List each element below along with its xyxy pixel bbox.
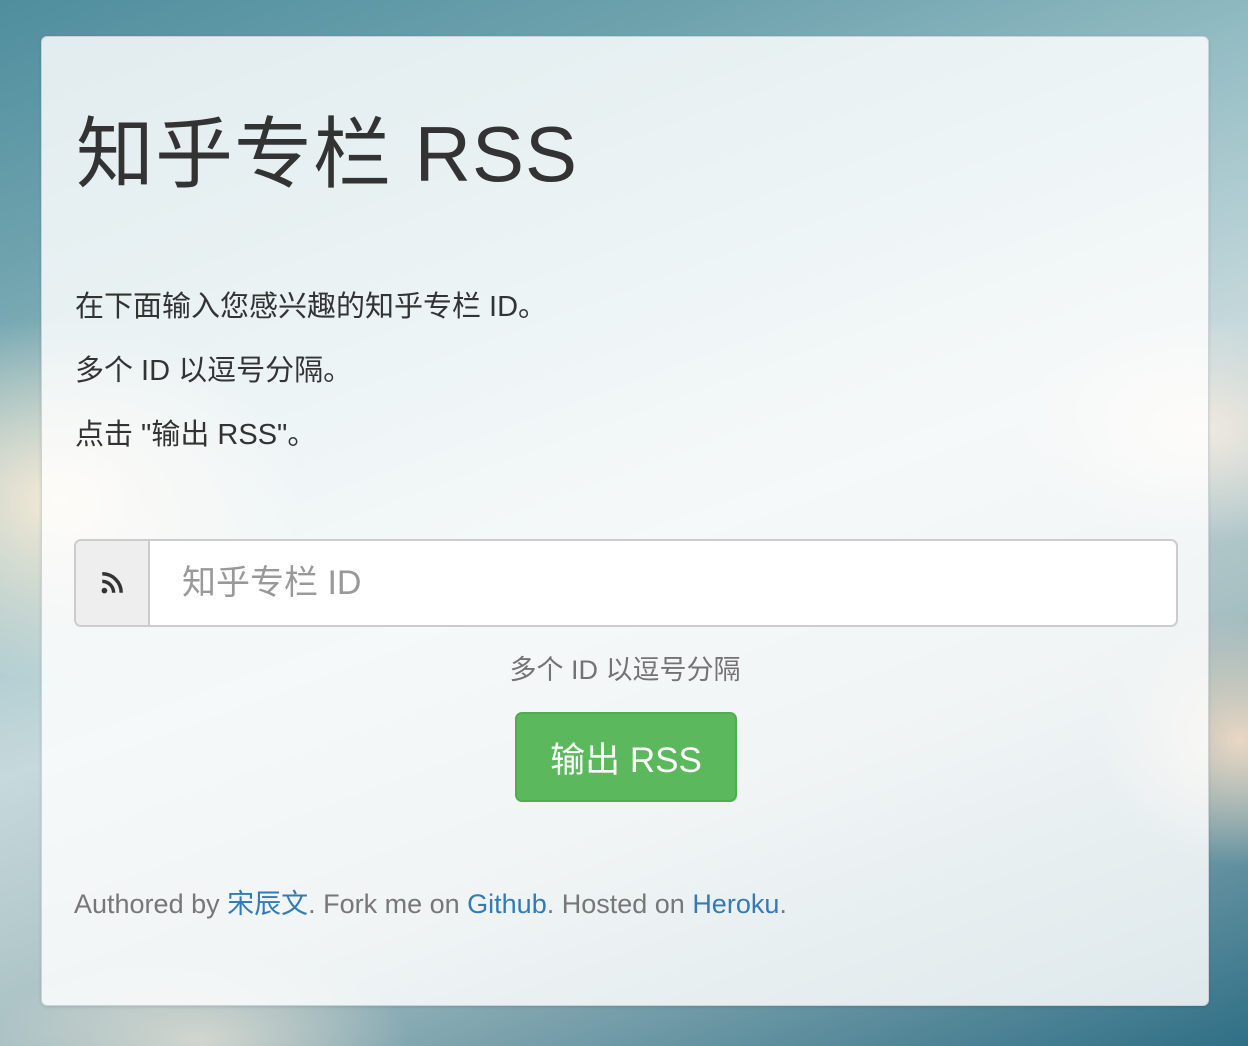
instruction-line-3: 点击 "输出 RSS"。 — [75, 419, 317, 451]
output-rss-button[interactable]: 输出 RSS — [515, 712, 737, 802]
page-title: 知乎专栏 RSS — [76, 110, 579, 198]
footer-authored-prefix: Authored by — [74, 889, 228, 919]
footer-end: . — [779, 889, 787, 919]
column-id-input[interactable] — [150, 541, 1176, 625]
author-link[interactable]: 宋辰文 — [227, 889, 308, 919]
footer-fork-prefix: . Fork me on — [308, 889, 468, 919]
footer: Authored by 宋辰文. Fork me on Github. Host… — [74, 891, 787, 918]
rss-icon — [76, 541, 150, 625]
column-id-input-group — [74, 539, 1178, 627]
main-card: 知乎专栏 RSS 在下面输入您感兴趣的知乎专栏 ID。 多个 ID 以逗号分隔。… — [41, 36, 1209, 1006]
instruction-line-1: 在下面输入您感兴趣的知乎专栏 ID。 — [75, 291, 548, 323]
input-help-text: 多个 ID 以逗号分隔 — [509, 655, 741, 685]
heroku-link[interactable]: Heroku — [692, 889, 779, 919]
footer-hosted-prefix: . Hosted on — [546, 889, 693, 919]
instruction-line-2: 多个 ID 以逗号分隔。 — [75, 355, 353, 387]
github-link[interactable]: Github — [467, 889, 547, 919]
rss-icon-svg — [101, 572, 123, 594]
